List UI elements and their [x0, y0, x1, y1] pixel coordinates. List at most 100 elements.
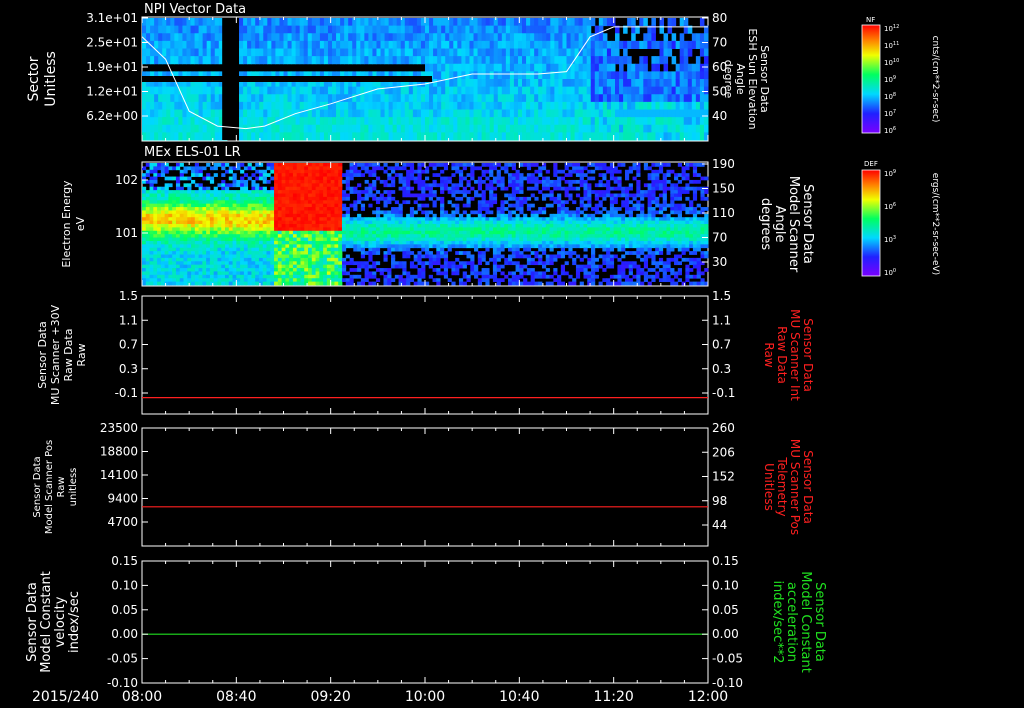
heatmap-cell [349, 217, 354, 222]
heatmap-cell [281, 278, 286, 283]
heatmap-cell [441, 63, 446, 72]
heatmap-cell [228, 261, 233, 266]
heatmap-cell [432, 217, 437, 222]
heatmap-cell [202, 261, 207, 266]
heatmap-cell [493, 94, 499, 103]
heatmap-cell [425, 217, 430, 222]
heatmap-cell [304, 169, 309, 174]
heatmap-cell [372, 109, 377, 118]
heatmap-cell [259, 40, 264, 49]
heatmap-cell [428, 237, 433, 242]
heatmap-cell [455, 186, 460, 191]
heatmap-cell [287, 56, 293, 65]
heatmap-cell [232, 237, 237, 242]
heatmap-cell [158, 25, 163, 34]
heatmap-cell [334, 247, 339, 252]
heatmap-cell [281, 210, 286, 215]
heatmap-cell [239, 109, 244, 118]
heatmap-cell [406, 278, 411, 283]
heatmap-cell [368, 109, 373, 118]
heatmap-cell [217, 237, 222, 242]
heatmap-cell [570, 79, 576, 88]
heatmap-cell [191, 166, 196, 171]
heatmap-cell [213, 257, 218, 262]
heatmap-cell [304, 163, 309, 167]
heatmap-cell [228, 196, 233, 201]
heatmap-cell [360, 94, 365, 103]
heatmap-cell [429, 124, 434, 133]
heatmap-cell [162, 117, 167, 126]
heatmap-cell [391, 166, 396, 171]
heatmap-cell [477, 193, 482, 198]
heatmap-cell [542, 101, 547, 110]
heatmap-cell [436, 234, 441, 238]
heatmap-cell [388, 18, 394, 27]
heatmap-cell [214, 56, 220, 65]
heatmap-cell [465, 132, 470, 141]
heatmap-cell [202, 281, 207, 286]
heatmap-cell [504, 257, 509, 262]
heatmap-cell [150, 25, 155, 34]
heatmap-cell [154, 40, 159, 49]
heatmap-cell [178, 132, 183, 141]
heatmap-cell [145, 257, 150, 262]
heatmap-cell [142, 268, 147, 272]
heatmap-cell [481, 200, 486, 205]
heatmap-cell [295, 48, 301, 57]
heatmap-cell [695, 56, 701, 65]
heatmap-cell [319, 244, 324, 249]
heatmap-cell [263, 117, 268, 126]
heatmap-cell [311, 254, 316, 259]
heatmap-cell [338, 278, 343, 283]
heatmap-cell [206, 244, 211, 249]
heatmap-cell [247, 203, 252, 208]
heatmap-cell [175, 207, 181, 211]
heatmap-cell [326, 224, 332, 228]
heatmap-cell [522, 101, 527, 110]
heatmap-cell [425, 25, 430, 34]
heatmap-cell [283, 94, 289, 103]
heatmap-cell [492, 227, 498, 232]
heatmap-cell [413, 210, 418, 215]
heatmap-cell [198, 247, 203, 252]
heatmap-cell [372, 163, 377, 167]
heatmap-cell [474, 264, 479, 269]
heatmap-cell [465, 18, 470, 27]
heatmap-cell [262, 264, 267, 269]
heatmap-cell [292, 230, 298, 235]
heatmap-cell [240, 278, 245, 283]
heatmap-cell [194, 230, 199, 235]
heatmap-cell [160, 257, 166, 262]
heatmap-cell [182, 33, 187, 42]
heatmap-cell [315, 220, 320, 225]
heatmap-cell [384, 56, 390, 65]
heatmap-cell [470, 254, 475, 259]
heatmap-cell [387, 190, 392, 194]
heatmap-cell [396, 18, 402, 27]
heatmap-cell [330, 220, 335, 225]
heatmap-cell [651, 132, 656, 141]
heatmap-cell [451, 220, 456, 225]
heatmap-cell [515, 186, 520, 191]
heatmap-cell [687, 71, 693, 80]
heatmap-cell [449, 18, 454, 27]
heatmap-cell [315, 179, 320, 184]
heatmap-cell [379, 210, 384, 215]
heatmap-cell [194, 213, 199, 218]
heatmap-cell [247, 230, 252, 235]
heatmap-cell [392, 33, 398, 42]
heatmap-cell [493, 48, 499, 57]
heatmap-cell [383, 257, 388, 262]
heatmap-cell [198, 230, 203, 235]
heatmap-cell [504, 227, 509, 232]
heatmap-cell [590, 94, 596, 103]
heatmap-cell [191, 261, 196, 266]
heatmap-cell [598, 124, 604, 133]
heatmap-cell [432, 234, 437, 238]
heatmap-cell [187, 254, 192, 259]
heatmap-cell [500, 278, 505, 283]
heatmap-cell [481, 274, 486, 279]
heatmap-cell [326, 173, 332, 177]
heatmap-cell [447, 200, 452, 205]
heatmap-cell [175, 193, 181, 198]
